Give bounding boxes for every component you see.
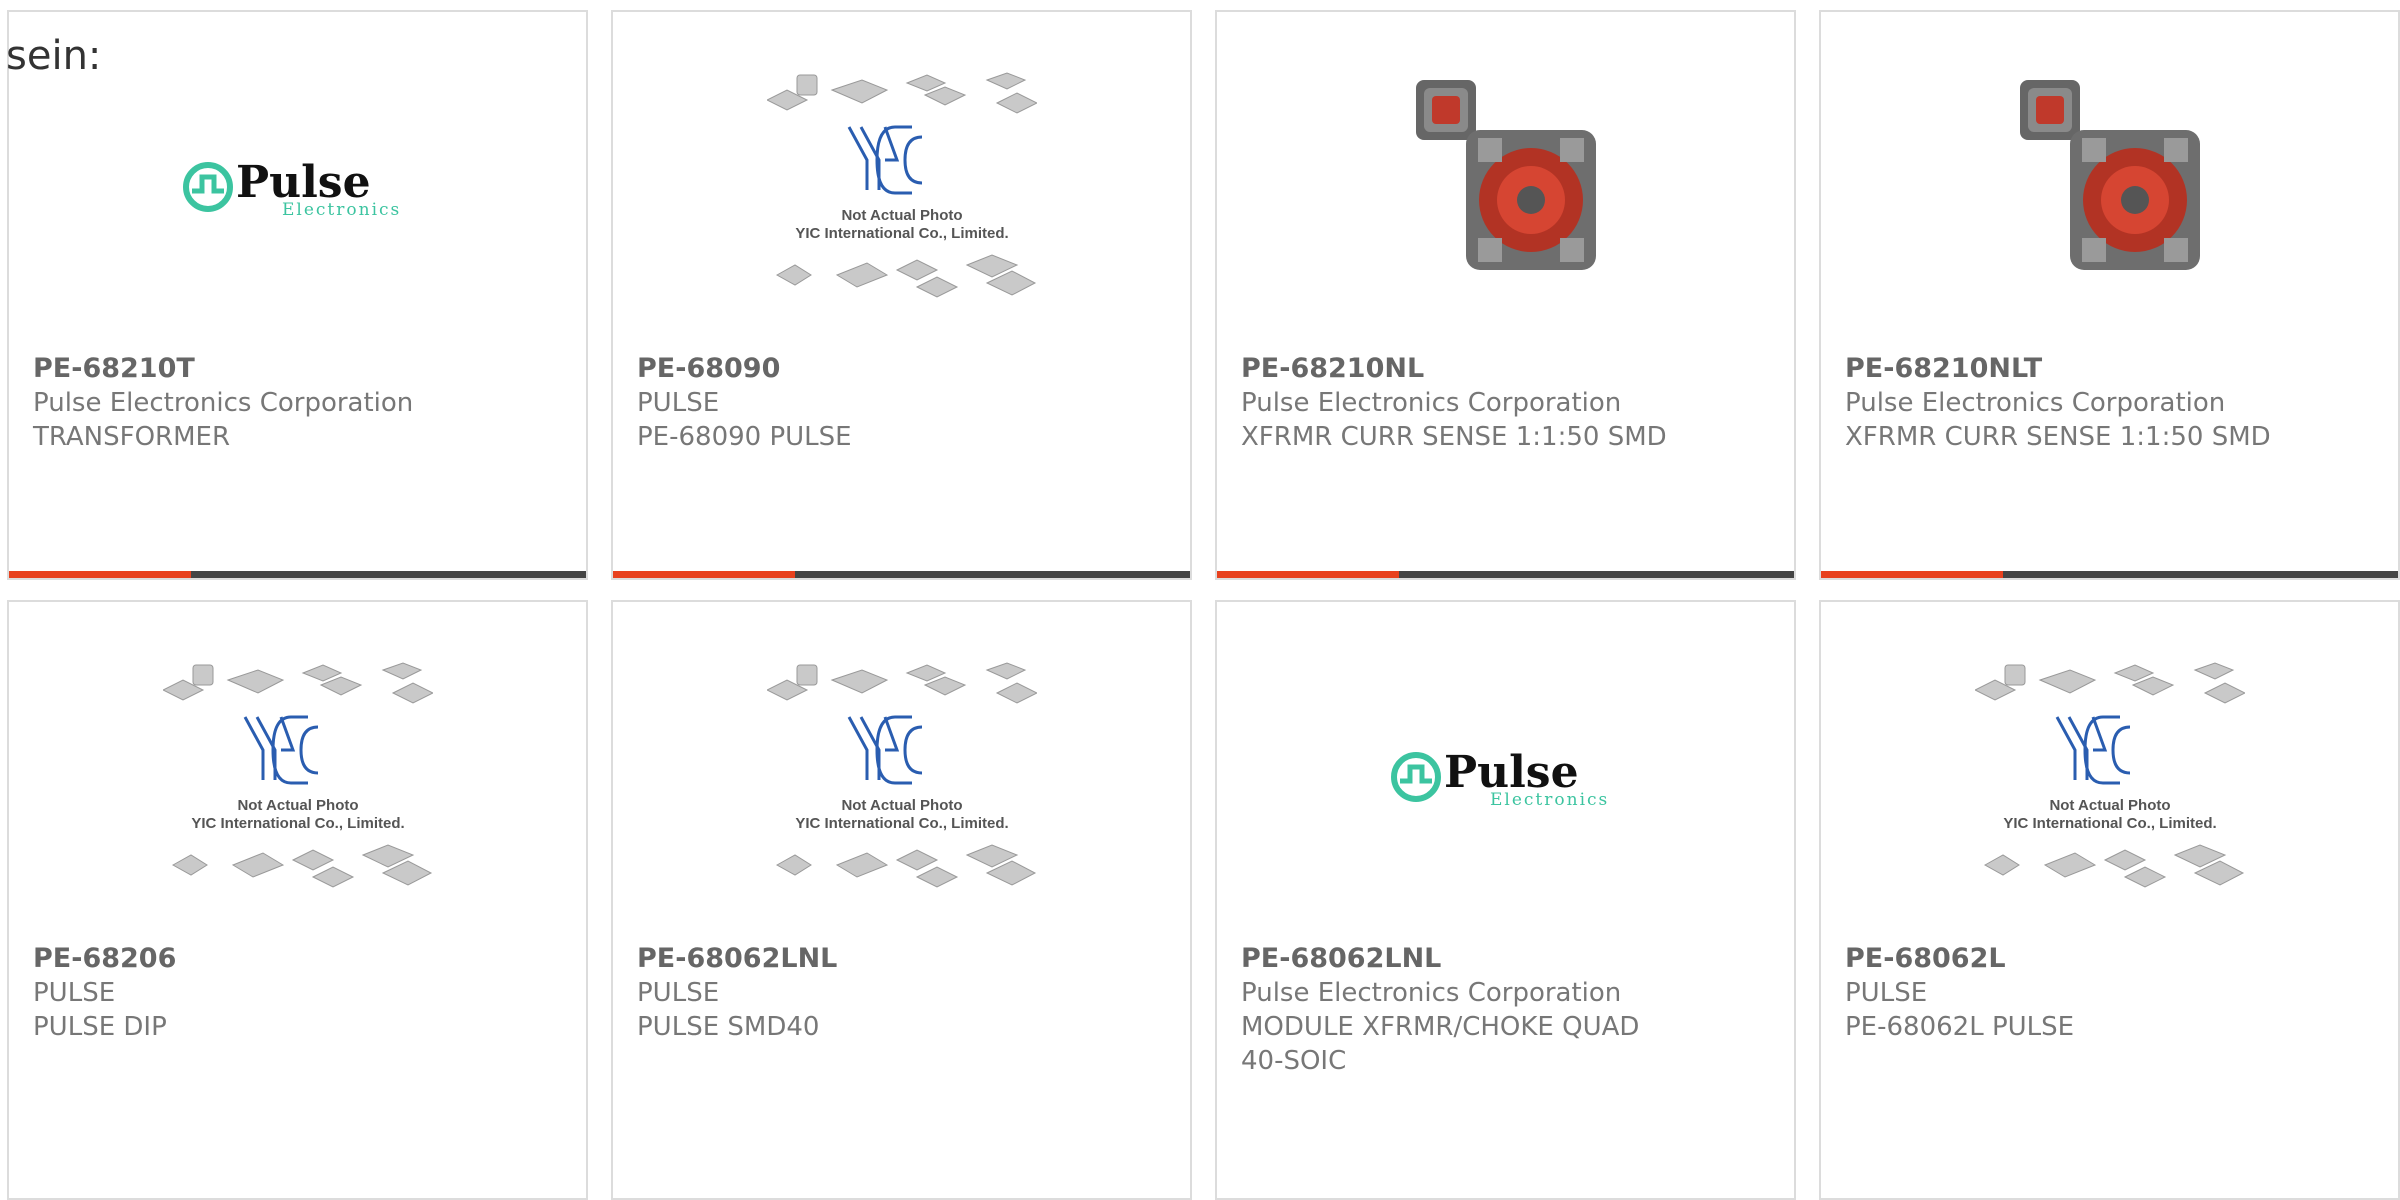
- part-number[interactable]: PE-68062L: [1845, 942, 2378, 976]
- yic-placeholder-icon: Not Actual Photo YIC International Co., …: [162, 661, 433, 888]
- part-number[interactable]: PE-68210T: [33, 352, 566, 386]
- manufacturer: Pulse Electronics Corporation: [1241, 388, 1622, 418]
- placeholder-line2: YIC International Co., Limited.: [191, 815, 404, 832]
- pulse-logo-icon: Pulse Electronics: [182, 157, 401, 220]
- part-number[interactable]: PE-68210NLT: [1845, 352, 2378, 386]
- manufacturer: PULSE: [637, 388, 720, 418]
- description: PULSE DIP: [33, 1012, 167, 1042]
- description: TRANSFORMER: [33, 422, 231, 452]
- manufacturer: PULSE: [637, 978, 720, 1008]
- product-image[interactable]: Not Actual Photo YIC International Co., …: [9, 602, 586, 947]
- product-image[interactable]: [1217, 12, 1794, 357]
- yic-placeholder-icon: Not Actual Photo YIC International Co., …: [766, 661, 1037, 888]
- manufacturer: Pulse Electronics Corporation: [33, 388, 414, 418]
- yic-placeholder-icon: Not Actual Photo YIC International Co., …: [1974, 661, 2245, 888]
- product-image[interactable]: Not Actual Photo YIC International Co., …: [613, 12, 1190, 357]
- card-bar: [1821, 571, 2398, 578]
- product-card[interactable]: Pulse Electronics PE-68210T Pulse Electr…: [7, 10, 588, 580]
- product-image[interactable]: Not Actual Photo YIC International Co., …: [1821, 602, 2398, 947]
- inductor-photo-icon: [2019, 79, 2200, 270]
- card-bar-accent: [613, 571, 795, 578]
- card-bar: [613, 571, 1190, 578]
- manufacturer: PULSE: [33, 978, 116, 1008]
- product-card[interactable]: Pulse Electronics PE-68062LNL Pulse Elec…: [1215, 600, 1796, 1200]
- product-card[interactable]: Not Actual Photo YIC International Co., …: [7, 600, 588, 1200]
- part-number[interactable]: PE-68062LNL: [637, 942, 1170, 976]
- card-bar-accent: [9, 571, 191, 578]
- product-image[interactable]: [1821, 12, 2398, 357]
- logo-sub: Electronics: [1490, 790, 1609, 810]
- card-bar-accent: [1821, 571, 2003, 578]
- placeholder-line2: YIC International Co., Limited.: [795, 225, 1008, 242]
- pulse-logo-icon: Pulse Electronics: [1390, 747, 1609, 810]
- inductor-photo-icon: [1415, 79, 1596, 270]
- yic-placeholder-icon: Not Actual Photo YIC International Co., …: [766, 71, 1037, 298]
- part-number[interactable]: PE-68210NL: [1241, 352, 1774, 386]
- product-card[interactable]: Not Actual Photo YIC International Co., …: [1819, 600, 2400, 1200]
- intro-text: sein:: [6, 33, 102, 79]
- placeholder-line1: Not Actual Photo: [841, 797, 962, 814]
- description: XFRMR CURR SENSE 1:1:50 SMD: [1241, 422, 1667, 452]
- manufacturer: Pulse Electronics Corporation: [1241, 978, 1622, 1008]
- logo-sub: Electronics: [282, 200, 401, 220]
- card-bar: [1217, 571, 1794, 578]
- part-number[interactable]: PE-68090: [637, 352, 1170, 386]
- placeholder-line2: YIC International Co., Limited.: [795, 815, 1008, 832]
- part-number[interactable]: PE-68062LNL: [1241, 942, 1774, 976]
- description: PE-68090 PULSE: [637, 422, 852, 452]
- description: MODULE XFRMR/CHOKE QUAD 40-SOIC: [1241, 1012, 1640, 1076]
- manufacturer: PULSE: [1845, 978, 1928, 1008]
- placeholder-line1: Not Actual Photo: [237, 797, 358, 814]
- card-bar-accent: [1217, 571, 1399, 578]
- description: XFRMR CURR SENSE 1:1:50 SMD: [1845, 422, 2271, 452]
- product-card[interactable]: PE-68210NLT Pulse Electronics Corporatio…: [1819, 10, 2400, 580]
- card-bar: [9, 571, 586, 578]
- product-card[interactable]: PE-68210NL Pulse Electronics Corporation…: [1215, 10, 1796, 580]
- placeholder-line1: Not Actual Photo: [2049, 797, 2170, 814]
- manufacturer: Pulse Electronics Corporation: [1845, 388, 2226, 418]
- placeholder-line2: YIC International Co., Limited.: [2003, 815, 2216, 832]
- description: PULSE SMD40: [637, 1012, 820, 1042]
- description: PE-68062L PULSE: [1845, 1012, 2075, 1042]
- part-number[interactable]: PE-68206: [33, 942, 566, 976]
- placeholder-line1: Not Actual Photo: [841, 207, 962, 224]
- product-card[interactable]: Not Actual Photo YIC International Co., …: [611, 600, 1192, 1200]
- product-image[interactable]: Not Actual Photo YIC International Co., …: [613, 602, 1190, 947]
- product-card[interactable]: Not Actual Photo YIC International Co., …: [611, 10, 1192, 580]
- product-image[interactable]: Pulse Electronics: [1217, 602, 1794, 947]
